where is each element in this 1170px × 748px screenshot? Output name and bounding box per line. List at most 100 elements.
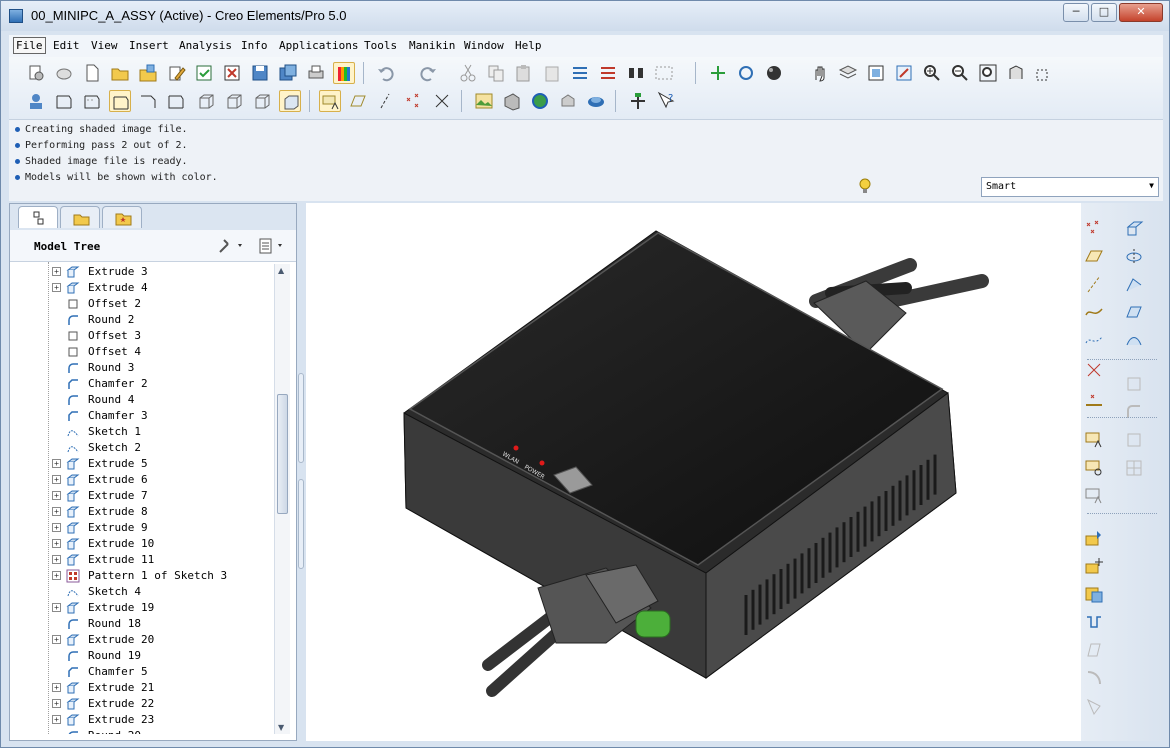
redo-icon[interactable] <box>417 62 439 84</box>
undo-icon[interactable] <box>375 62 397 84</box>
expand-icon[interactable]: + <box>52 459 61 468</box>
expand-icon[interactable]: + <box>52 635 61 644</box>
splitter-grip[interactable] <box>298 479 304 569</box>
regenerate-icon[interactable] <box>193 62 215 84</box>
save-copy-icon[interactable] <box>277 62 299 84</box>
no-hidden-cube-icon[interactable] <box>251 90 273 112</box>
extrude-tool-icon[interactable] <box>1123 217 1145 239</box>
shell-tool-icon[interactable] <box>1123 429 1145 451</box>
saved-orientations-icon[interactable] <box>735 62 757 84</box>
color-appearance-icon[interactable] <box>333 62 355 84</box>
rib-tool-icon[interactable] <box>1123 457 1145 479</box>
open-session-icon[interactable] <box>25 62 47 84</box>
expand-icon[interactable]: + <box>52 507 61 516</box>
maximize-button[interactable]: □ <box>1091 3 1117 22</box>
shading-icon[interactable] <box>763 62 785 84</box>
scroll-down-icon[interactable]: ▼ <box>278 723 284 732</box>
select-working-dir-icon[interactable] <box>137 62 159 84</box>
datum-points-icon[interactable] <box>375 90 397 112</box>
datum-axis-icon[interactable] <box>1083 273 1105 295</box>
shaded-cube-icon[interactable] <box>279 90 301 112</box>
draft-tool-icon[interactable] <box>1083 639 1105 661</box>
zoom-out-icon[interactable] <box>949 62 971 84</box>
datum-point-icon[interactable] <box>1083 217 1105 239</box>
selection-filter-select[interactable]: Smart ▼ <box>981 177 1159 197</box>
hidden-cube-icon[interactable] <box>223 90 245 112</box>
menu-tools[interactable]: Tools <box>364 39 397 52</box>
tools-icon[interactable] <box>216 236 246 256</box>
hidden-line-icon[interactable] <box>81 90 103 112</box>
close-button[interactable]: ✕ <box>1119 3 1163 22</box>
expand-icon[interactable]: + <box>52 683 61 692</box>
scroll-up-icon[interactable]: ▲ <box>278 266 284 275</box>
datum-planes-icon[interactable] <box>319 90 341 112</box>
selection-box-icon[interactable] <box>653 62 675 84</box>
shaded-edges-icon[interactable] <box>165 90 187 112</box>
regen-manager-icon[interactable] <box>569 62 591 84</box>
boundary-blend-icon[interactable] <box>1123 329 1145 351</box>
zoom-in-icon[interactable] <box>921 62 943 84</box>
globe-icon[interactable] <box>529 90 551 112</box>
scroll-thumb[interactable] <box>277 394 288 514</box>
datum-curve-icon[interactable] <box>1083 301 1105 323</box>
menu-edit[interactable]: Edit <box>53 39 80 52</box>
expand-icon[interactable]: + <box>52 603 61 612</box>
model-view[interactable]: WLAN POWER <box>306 203 1081 741</box>
cut-icon[interactable] <box>457 62 479 84</box>
settings-icon[interactable] <box>256 236 286 256</box>
view-manager-icon[interactable] <box>865 62 887 84</box>
insert-datum-axis-icon[interactable] <box>1083 457 1105 479</box>
paste-icon[interactable] <box>513 62 535 84</box>
expand-icon[interactable]: + <box>52 475 61 484</box>
panel-splitter[interactable] <box>297 203 305 741</box>
new-file-icon[interactable] <box>81 62 103 84</box>
datum-csys-icon[interactable] <box>1083 359 1105 381</box>
room-icon[interactable] <box>557 90 579 112</box>
round-tool-icon[interactable] <box>1123 401 1145 423</box>
analysis-feature-icon[interactable] <box>1083 387 1105 409</box>
expand-icon[interactable]: + <box>52 715 61 724</box>
reorient-icon[interactable] <box>1005 62 1027 84</box>
hole-tool-icon[interactable] <box>1123 373 1145 395</box>
repaint-icon[interactable] <box>893 62 915 84</box>
expand-icon[interactable]: + <box>52 571 61 580</box>
expand-icon[interactable]: + <box>52 539 61 548</box>
graphics-window[interactable]: WLAN POWER <box>306 203 1081 741</box>
menu-applications[interactable]: Applications <box>279 39 358 52</box>
find-icon[interactable] <box>625 62 647 84</box>
annotation-display-icon[interactable] <box>1033 62 1055 84</box>
expand-icon[interactable]: + <box>52 555 61 564</box>
warp-tool-icon[interactable] <box>1083 667 1105 689</box>
tangent-edges-icon[interactable] <box>137 90 159 112</box>
regen-list-icon[interactable] <box>597 62 619 84</box>
point-display-icon[interactable] <box>403 90 425 112</box>
scene-icon[interactable] <box>501 90 523 112</box>
light-icon[interactable] <box>585 90 607 112</box>
datum-display-icon[interactable] <box>707 62 729 84</box>
tree-scrollbar[interactable]: ▲ ▼ <box>274 264 290 734</box>
sweep-tool-icon[interactable] <box>1123 273 1145 295</box>
insert-datum-plane-icon[interactable] <box>1083 429 1105 451</box>
layers-icon[interactable] <box>837 62 859 84</box>
expand-icon[interactable]: + <box>52 523 61 532</box>
tab-favorites[interactable] <box>102 206 142 228</box>
pan-hand-icon[interactable] <box>809 62 831 84</box>
erase-session-icon[interactable] <box>53 62 75 84</box>
context-help-icon[interactable]: ? <box>655 90 677 112</box>
print-icon[interactable] <box>305 62 327 84</box>
image-render-icon[interactable] <box>473 90 495 112</box>
model-player-icon[interactable] <box>25 90 47 112</box>
package-component-icon[interactable] <box>1083 583 1105 605</box>
refit-icon[interactable] <box>977 62 999 84</box>
minimize-button[interactable]: ─ <box>1063 3 1089 22</box>
wireframe-cube-icon[interactable] <box>195 90 217 112</box>
tab-model-tree[interactable] <box>18 206 58 228</box>
no-hidden-icon[interactable] <box>109 90 131 112</box>
copy-icon[interactable] <box>485 62 507 84</box>
csys-display-icon[interactable] <box>431 90 453 112</box>
datum-axes-icon[interactable] <box>347 90 369 112</box>
close-window-icon[interactable] <box>221 62 243 84</box>
sketch-tool-icon[interactable] <box>1083 329 1105 351</box>
assemble-component-icon[interactable] <box>1083 527 1105 549</box>
edit-file-icon[interactable] <box>165 62 187 84</box>
